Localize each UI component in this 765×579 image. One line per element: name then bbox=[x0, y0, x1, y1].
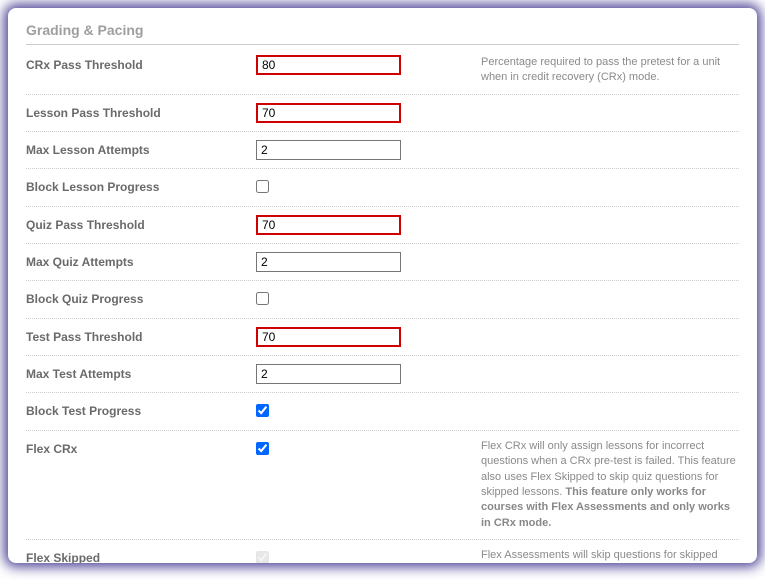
input-lesson-pass-threshold[interactable] bbox=[256, 103, 401, 123]
label-max-test-attempts: Max Test Attempts bbox=[26, 364, 256, 381]
help-crx-pass-threshold: Percentage required to pass the pretest … bbox=[471, 55, 739, 86]
checkbox-block-test-progress[interactable] bbox=[256, 404, 269, 417]
row-max-quiz-attempts: Max Quiz Attempts bbox=[26, 244, 739, 281]
row-test-pass-threshold: Test Pass Threshold bbox=[26, 319, 739, 356]
checkbox-flex-skipped bbox=[256, 551, 269, 563]
row-max-lesson-attempts: Max Lesson Attempts bbox=[26, 132, 739, 169]
input-max-quiz-attempts[interactable] bbox=[256, 252, 401, 272]
input-max-test-attempts[interactable] bbox=[256, 364, 401, 384]
row-max-test-attempts: Max Test Attempts bbox=[26, 356, 739, 393]
label-flex-skipped: Flex Skipped bbox=[26, 548, 256, 563]
label-max-lesson-attempts: Max Lesson Attempts bbox=[26, 140, 256, 157]
help-flex-skipped: Flex Assessments will skip questions for… bbox=[471, 548, 739, 563]
input-test-pass-threshold[interactable] bbox=[256, 327, 401, 347]
label-quiz-pass-threshold: Quiz Pass Threshold bbox=[26, 215, 256, 232]
input-quiz-pass-threshold[interactable] bbox=[256, 215, 401, 235]
row-quiz-pass-threshold: Quiz Pass Threshold bbox=[26, 207, 739, 244]
label-crx-pass-threshold: CRx Pass Threshold bbox=[26, 55, 256, 72]
input-max-lesson-attempts[interactable] bbox=[256, 140, 401, 160]
help-flex-crx: Flex CRx will only assign lessons for in… bbox=[471, 439, 739, 531]
row-flex-skipped: Flex Skipped Flex Assessments will skip … bbox=[26, 540, 739, 563]
label-block-quiz-progress: Block Quiz Progress bbox=[26, 289, 256, 306]
checkbox-block-lesson-progress[interactable] bbox=[256, 180, 269, 193]
grading-pacing-panel: Grading & Pacing CRx Pass Threshold Perc… bbox=[8, 8, 757, 563]
section-title: Grading & Pacing bbox=[26, 22, 739, 45]
row-block-lesson-progress: Block Lesson Progress bbox=[26, 169, 739, 207]
label-max-quiz-attempts: Max Quiz Attempts bbox=[26, 252, 256, 269]
help-flex-skipped-text: Flex Assessments will skip questions for… bbox=[481, 549, 718, 563]
label-lesson-pass-threshold: Lesson Pass Threshold bbox=[26, 103, 256, 120]
label-block-test-progress: Block Test Progress bbox=[26, 401, 256, 418]
row-crx-pass-threshold: CRx Pass Threshold Percentage required t… bbox=[26, 47, 739, 95]
row-block-test-progress: Block Test Progress bbox=[26, 393, 739, 431]
label-block-lesson-progress: Block Lesson Progress bbox=[26, 177, 256, 194]
row-lesson-pass-threshold: Lesson Pass Threshold bbox=[26, 95, 739, 132]
checkbox-block-quiz-progress[interactable] bbox=[256, 292, 269, 305]
label-flex-crx: Flex CRx bbox=[26, 439, 256, 456]
label-test-pass-threshold: Test Pass Threshold bbox=[26, 327, 256, 344]
checkbox-flex-crx[interactable] bbox=[256, 442, 269, 455]
row-block-quiz-progress: Block Quiz Progress bbox=[26, 281, 739, 319]
row-flex-crx: Flex CRx Flex CRx will only assign lesso… bbox=[26, 431, 739, 540]
input-crx-pass-threshold[interactable] bbox=[256, 55, 401, 75]
